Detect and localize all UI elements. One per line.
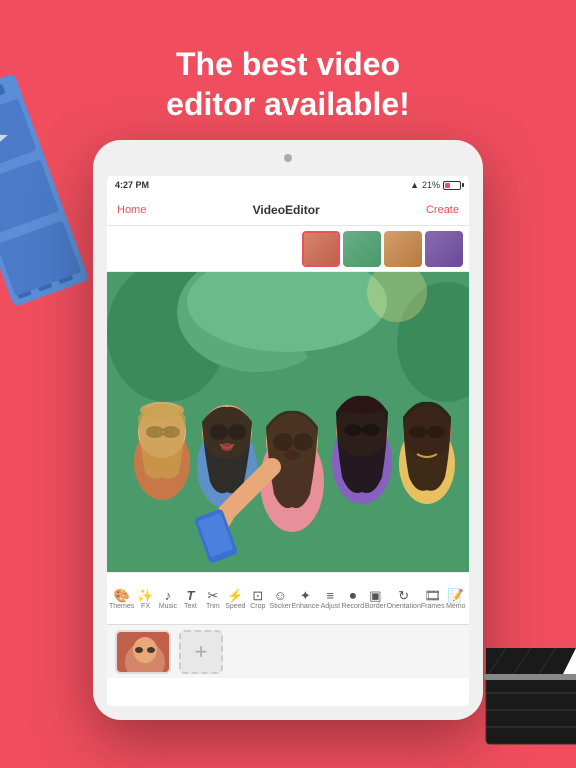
speed-label: Speed — [225, 603, 245, 610]
orientation-label: Orientation — [387, 603, 421, 610]
orientation-icon: ↻ — [398, 589, 409, 602]
tool-trim[interactable]: ✂ Trim — [202, 589, 224, 610]
battery-icon — [443, 181, 461, 190]
themes-label: Themes — [109, 603, 134, 610]
nav-create-button[interactable]: Create — [426, 204, 459, 216]
tool-record[interactable]: ⏺ Record — [342, 589, 365, 610]
border-icon: ▣ — [369, 589, 381, 602]
nav-home-button[interactable]: Home — [117, 204, 146, 216]
crop-label: Crop — [250, 603, 265, 610]
tool-text[interactable]: T Text — [179, 589, 201, 610]
sticker-label: Sticker — [270, 603, 291, 610]
tool-frames[interactable]: 🎞 Frames — [421, 589, 445, 610]
adjust-icon: ≡ — [327, 589, 335, 602]
text-icon: T — [186, 589, 194, 602]
fx-label: FX — [141, 603, 150, 610]
project-thumbnail[interactable] — [115, 630, 171, 674]
thumbnail-2[interactable] — [343, 231, 381, 267]
frames-icon: 🎞 — [424, 589, 441, 602]
tool-sticker[interactable]: ☺ Sticker — [269, 589, 291, 610]
hero-title: The best video editor available! — [0, 0, 576, 124]
thumbnails-strip — [107, 226, 469, 272]
tablet-screen: 4:27 PM ▲ 21% Home VideoEditor Create — [107, 176, 469, 706]
battery-percentage: 21% — [422, 180, 440, 190]
tool-crop[interactable]: ⊡ Crop — [247, 589, 269, 610]
frames-label: Frames — [421, 603, 445, 610]
trim-icon: ✂ — [207, 589, 218, 602]
clapperboard-decoration — [476, 638, 576, 738]
video-frame — [107, 272, 469, 572]
text-label: Text — [184, 603, 197, 610]
enhance-label: Enhance — [291, 603, 319, 610]
status-time: 4:27 PM — [115, 180, 149, 190]
tool-fx[interactable]: ✨ FX — [134, 589, 156, 610]
record-label: Record — [342, 603, 365, 610]
border-label: Border — [365, 603, 386, 610]
tablet-device: 4:27 PM ▲ 21% Home VideoEditor Create — [93, 140, 483, 720]
project-bar: + — [107, 624, 469, 678]
record-icon: ⏺ — [350, 589, 357, 602]
tool-music[interactable]: ♪ Music — [157, 589, 179, 610]
tool-themes[interactable]: 🎨 Themes — [109, 589, 134, 610]
speed-icon: ⚡ — [227, 589, 243, 602]
tool-adjust[interactable]: ≡ Adjust — [319, 589, 341, 610]
memo-icon: 📝 — [448, 589, 464, 602]
tool-orientation[interactable]: ↻ Orientation — [387, 589, 421, 610]
thumbnail-4[interactable] — [425, 231, 463, 267]
status-right: ▲ 21% — [410, 180, 461, 190]
fx-icon: ✨ — [137, 589, 153, 602]
wifi-icon: ▲ — [410, 180, 419, 190]
tool-speed[interactable]: ⚡ Speed — [224, 589, 246, 610]
toolbar: 🎨 Themes ✨ FX ♪ Music T Text ✂ Trim ⚡ Sp… — [107, 572, 469, 624]
music-label: Music — [159, 603, 177, 610]
tool-memo[interactable]: 📝 Memo — [445, 589, 467, 610]
sticker-icon: ☺ — [274, 589, 287, 602]
memo-label: Memo — [446, 603, 465, 610]
tool-border[interactable]: ▣ Border — [364, 589, 386, 610]
thumbnail-1[interactable] — [302, 231, 340, 267]
status-bar: 4:27 PM ▲ 21% — [107, 176, 469, 194]
app-navbar: Home VideoEditor Create — [107, 194, 469, 226]
tool-enhance[interactable]: ✦ Enhance — [291, 589, 319, 610]
enhance-icon: ✦ — [300, 589, 311, 602]
crop-icon: ⊡ — [252, 589, 263, 602]
adjust-label: Adjust — [321, 603, 340, 610]
thumbnail-3[interactable] — [384, 231, 422, 267]
app-title: VideoEditor — [253, 203, 320, 217]
trim-label: Trim — [206, 603, 220, 610]
music-icon: ♪ — [165, 589, 172, 602]
themes-icon: 🎨 — [114, 589, 130, 602]
tablet-camera — [284, 154, 292, 162]
add-project-button[interactable]: + — [179, 630, 223, 674]
